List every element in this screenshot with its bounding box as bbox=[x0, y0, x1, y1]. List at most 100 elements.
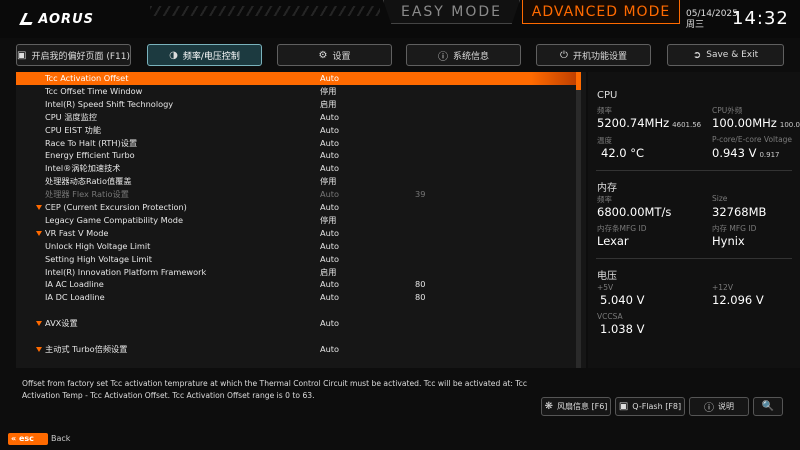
esc-back-button[interactable]: « esc Back bbox=[8, 432, 74, 446]
favorite-page-icon: ▣ bbox=[17, 49, 27, 61]
setting-row[interactable]: IA DC Loadline Auto 80 bbox=[16, 291, 576, 304]
setting-label: CPU 温度监控 bbox=[45, 111, 97, 122]
cpu-voltage-value: 0.943 V 0.917 bbox=[712, 146, 780, 160]
setting-value-secondary: 80 bbox=[415, 292, 426, 303]
setting-row[interactable]: CPU 温度监控 Auto bbox=[16, 111, 576, 124]
setting-row[interactable]: Legacy Game Compatibility Mode 停用 bbox=[16, 214, 576, 227]
setting-label: Energy Efficient Turbo bbox=[45, 150, 135, 161]
setting-row[interactable]: Race To Halt (RTH)设置 Auto bbox=[16, 137, 576, 150]
setting-row[interactable]: CEP (Current Excursion Protection) Auto bbox=[16, 201, 576, 214]
expand-arrow-icon bbox=[36, 321, 42, 327]
setting-row[interactable]: Energy Efficient Turbo Auto bbox=[16, 149, 576, 162]
setting-label: IA DC Loadline bbox=[45, 292, 105, 303]
tab-favorites[interactable]: ▣ 开启我的偏好页面 (F11) bbox=[16, 44, 131, 66]
setting-row[interactable]: Intel(R) Innovation Platform Framework 启用 bbox=[16, 266, 576, 279]
date-display: 05/14/2025 周三 bbox=[686, 9, 738, 31]
easy-mode-button[interactable]: EASY MODE bbox=[383, 0, 520, 24]
expand-arrow-icon bbox=[36, 205, 42, 210]
setting-value: Auto bbox=[320, 318, 340, 329]
header-decoration bbox=[150, 6, 380, 16]
tab-save-exit[interactable]: ➲ Save & Exit bbox=[667, 44, 784, 66]
setting-label: Intel®涡轮加速技术 bbox=[45, 163, 121, 174]
setting-row[interactable]: Intel(R) Speed Shift Technology 启用 bbox=[16, 98, 576, 111]
setting-label: IA AC Loadline bbox=[45, 279, 104, 290]
tab-system-info[interactable]: ⓘ 系统信息 bbox=[406, 44, 521, 66]
fan-icon: ❋ bbox=[544, 401, 553, 412]
v5-label: +5V bbox=[597, 283, 614, 292]
setting-row[interactable]: Unlock High Voltage Limit Auto bbox=[16, 240, 576, 253]
setting-row[interactable]: AVX设置 Auto bbox=[16, 317, 576, 330]
setting-row[interactable]: IA AC Loadline Auto 80 bbox=[16, 278, 576, 291]
setting-label: Legacy Game Compatibility Mode bbox=[45, 214, 183, 225]
aorus-eagle-icon bbox=[19, 13, 38, 25]
help-button[interactable]: ⓘ 说明 bbox=[689, 397, 749, 416]
setting-row[interactable]: Tcc Offset Time Window 停用 bbox=[16, 85, 576, 98]
mem-size-label: Size bbox=[712, 194, 728, 203]
setting-value: Auto bbox=[320, 163, 340, 174]
info-icon: ⓘ bbox=[437, 51, 448, 63]
top-bar: AORUS EASY MODE ADVANCED MODE 05/14/2025… bbox=[0, 0, 800, 38]
qflash-button[interactable]: ▣ Q-Flash [F8] bbox=[615, 397, 685, 416]
tab-label: 开机功能设置 bbox=[572, 51, 627, 62]
setting-row: 处理器 Flex Ratio设置 Auto 39 bbox=[16, 188, 576, 201]
date-text: 05/14/2025 bbox=[686, 9, 738, 19]
cpu-bclk-label: CPU外频 bbox=[712, 106, 743, 115]
setting-value: 停用 bbox=[320, 214, 337, 225]
tab-frequency-voltage[interactable]: ◑ 频率/电压控制 bbox=[147, 44, 262, 66]
help-label: 说明 bbox=[718, 402, 734, 411]
vccsa-value: 1.038 V bbox=[600, 322, 645, 336]
advanced-mode-button[interactable]: ADVANCED MODE bbox=[522, 0, 680, 24]
v12-label: +12V bbox=[712, 283, 733, 292]
setting-value: 启用 bbox=[320, 98, 337, 109]
setting-label: 主动式 Turbo倍频设置 bbox=[45, 344, 128, 355]
setting-value: Auto bbox=[320, 150, 340, 161]
qflash-label: Q-Flash [F8] bbox=[632, 402, 682, 411]
tab-boot[interactable]: ⏻ 开机功能设置 bbox=[536, 44, 651, 66]
gauge-icon: ◑ bbox=[169, 49, 178, 61]
setting-value: Auto bbox=[320, 189, 340, 200]
cpu-temp-label: 温度 bbox=[597, 136, 612, 145]
scrollbar-thumb[interactable] bbox=[576, 72, 581, 90]
setting-value: Auto bbox=[320, 253, 340, 264]
gear-icon: ⚙ bbox=[318, 49, 328, 61]
setting-value: 停用 bbox=[320, 85, 337, 96]
tab-settings[interactable]: ⚙ 设置 bbox=[277, 44, 392, 66]
setting-row[interactable]: 处理器动态Ratio值覆盖 停用 bbox=[16, 175, 576, 188]
setting-row[interactable]: CPU EIST 功能 Auto bbox=[16, 124, 576, 137]
voltage-section-title: 电压 bbox=[597, 271, 617, 282]
scrollbar-track[interactable] bbox=[576, 72, 581, 368]
setting-value: Auto bbox=[320, 202, 340, 212]
setting-value: 停用 bbox=[320, 176, 337, 187]
setting-value: Auto bbox=[320, 292, 340, 303]
mem-chip-value: Hynix bbox=[712, 234, 745, 248]
tab-label: 开启我的偏好页面 (F11) bbox=[31, 51, 130, 62]
qflash-icon: ▣ bbox=[618, 401, 629, 412]
setting-value: Auto bbox=[320, 240, 340, 251]
clock: 14:32 bbox=[732, 8, 789, 29]
setting-row[interactable]: Intel®涡轮加速技术 Auto bbox=[16, 162, 576, 175]
setting-row[interactable]: 主动式 Turbo倍频设置 Auto bbox=[16, 343, 576, 356]
tab-label: 频率/电压控制 bbox=[182, 51, 240, 62]
setting-label: AVX设置 bbox=[45, 318, 78, 329]
v12-value: 12.096 V bbox=[712, 293, 764, 307]
help-description: Offset from factory set Tcc activation t… bbox=[22, 379, 527, 400]
v5-value: 5.040 V bbox=[600, 293, 645, 307]
fan-info-button[interactable]: ❋ 风扇信息 [F6] bbox=[541, 397, 611, 416]
save-exit-icon: ➲ bbox=[692, 49, 702, 61]
esc-key: « esc bbox=[8, 433, 48, 445]
setting-row[interactable]: Tcc Activation Offset Auto bbox=[16, 72, 576, 85]
cpu-section-title: CPU bbox=[597, 90, 618, 101]
setting-label: Unlock High Voltage Limit bbox=[45, 240, 151, 251]
setting-label: Tcc Activation Offset bbox=[45, 73, 129, 83]
aorus-logo: AORUS bbox=[19, 11, 94, 27]
setting-label: CEP (Current Excursion Protection) bbox=[45, 202, 187, 212]
search-button[interactable]: 🔍 bbox=[753, 397, 783, 416]
setting-value: Auto bbox=[320, 137, 340, 148]
setting-value: Auto bbox=[320, 279, 340, 290]
tab-label: 设置 bbox=[332, 51, 351, 62]
mem-freq-value: 6800.00MT/s bbox=[597, 205, 672, 219]
mem-mfg-value: Lexar bbox=[597, 234, 629, 248]
mem-mfg-label: 内存条MFG ID bbox=[597, 224, 647, 233]
setting-row[interactable]: Setting High Voltage Limit Auto bbox=[16, 253, 576, 266]
setting-row[interactable]: VR Fast V Mode Auto bbox=[16, 227, 576, 240]
